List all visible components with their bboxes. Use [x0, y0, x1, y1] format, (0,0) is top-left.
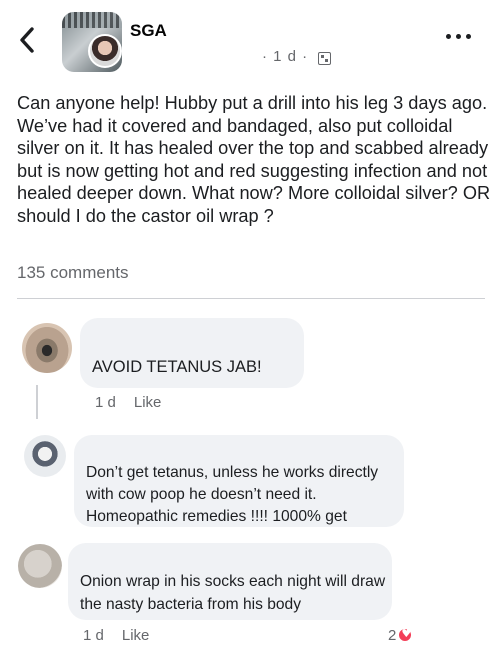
comment-age: 1 d: [83, 627, 104, 644]
comment-meta: 1 d Like: [95, 394, 161, 411]
commenter-avatar[interactable]: [24, 435, 66, 477]
comment-text: AVOID TETANUS JAB!: [92, 358, 262, 376]
more-options-icon[interactable]: [446, 34, 472, 42]
commenter-avatar[interactable]: [22, 323, 72, 373]
divider: [17, 298, 485, 299]
like-button[interactable]: Like: [122, 627, 150, 644]
heart-reaction-icon: [397, 627, 414, 643]
commenter-avatar[interactable]: [18, 544, 62, 588]
group-name[interactable]: SGA: [130, 21, 167, 41]
reply-thread-line: [36, 385, 38, 419]
group-audience-icon: [318, 52, 331, 65]
reaction-summary[interactable]: 2: [388, 627, 414, 644]
comment-text: Don’t get tetanus, unless he works direc…: [86, 464, 379, 525]
comment-age: 1 d: [95, 394, 116, 411]
post-timestamp: · 1 d ·: [262, 48, 309, 65]
author-avatar[interactable]: [88, 34, 122, 68]
comment-meta: 1 d Like: [83, 627, 149, 644]
comment-text: Onion wrap in his socks each night will …: [80, 573, 386, 613]
post-body: Can anyone help! Hubby put a drill into …: [17, 93, 491, 226]
back-chevron-icon[interactable]: [18, 26, 36, 54]
reaction-count: 2: [388, 627, 397, 644]
comments-count[interactable]: 135 comments: [17, 263, 129, 283]
like-button[interactable]: Like: [134, 394, 162, 411]
